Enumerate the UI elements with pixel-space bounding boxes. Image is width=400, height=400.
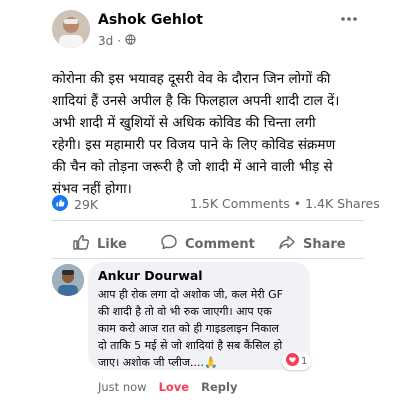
post-text-line: की चैन को तोड़ना जरूरी है जो शादी में आन… [52,159,333,175]
comment-text-line: जाए। अशोक जी प्लीज....🙏 [98,356,218,369]
share-icon [278,233,296,255]
commenter-avatar[interactable] [52,264,84,296]
comment-reaction-badge[interactable]: 1 [282,352,312,370]
post-author-name[interactable]: Ashok Gehlot [98,12,203,28]
reactions-summary[interactable]: 29K [52,195,98,214]
divider [52,220,364,221]
globe-icon [125,34,136,48]
comment-reaction-count: 1 [301,355,308,367]
post-text-line: रहेगी। इस महामारी पर विजय पाने के लिए को… [52,137,336,153]
post-meta: 3d · [98,34,136,48]
love-reaction-button[interactable]: Love [159,380,190,394]
comment-text: आप ही रोक लगा दो अशोक जी, कल मेरी GF की … [98,286,304,371]
comment-label: Comment [185,236,255,252]
post-text-line: कोरोना की इस भयावह दूसरी वेव के दौरान जि… [52,71,331,87]
post-time[interactable]: 3d [98,34,113,48]
comment-author-name[interactable]: Ankur Dourwal [98,268,203,283]
share-button[interactable]: Share [278,233,346,255]
comment-text-line: आप ही रोक लगा दो अशोक जी, कल मेरी GF [98,288,284,301]
like-reaction-icon [52,195,68,214]
more-options-icon[interactable] [338,8,360,30]
reactions-count: 29K [74,197,99,212]
share-label: Share [303,236,346,252]
like-label: Like [97,236,127,252]
post-text-line: शादियां हैं उनसे अपील है कि फिलहाल अपनी … [52,93,340,109]
like-button[interactable]: Like [72,233,127,255]
comment-text-line: की शादी है तो वो भी रुक जाएगी। आप एक [98,305,272,318]
post-text: कोरोना की इस भयावह दूसरी वेव के दौरान जि… [52,68,362,200]
post-text-line: अभी शादी में खुशियों से अधिक कोविड की चि… [52,115,316,131]
comment-icon [160,233,178,255]
thumbs-up-icon [72,233,90,255]
comment-button[interactable]: Comment [160,233,255,255]
meta-separator: · [117,34,122,48]
divider [52,258,364,259]
reply-button[interactable]: Reply [201,380,237,394]
heart-icon [286,353,299,369]
comment-text-line: दो ताकि 5 मई से जो शादियां है सब कैंसिल … [98,339,283,352]
comments-shares-count[interactable]: 1.5K Comments • 1.4K Shares [190,196,380,211]
author-avatar[interactable] [52,10,90,48]
comment-text-line: काम करो आज रात को ही गाइडलाइन निकाल [98,322,280,335]
comment-time[interactable]: Just now [98,380,147,394]
comment-actions: Just now Love Reply [98,380,237,394]
